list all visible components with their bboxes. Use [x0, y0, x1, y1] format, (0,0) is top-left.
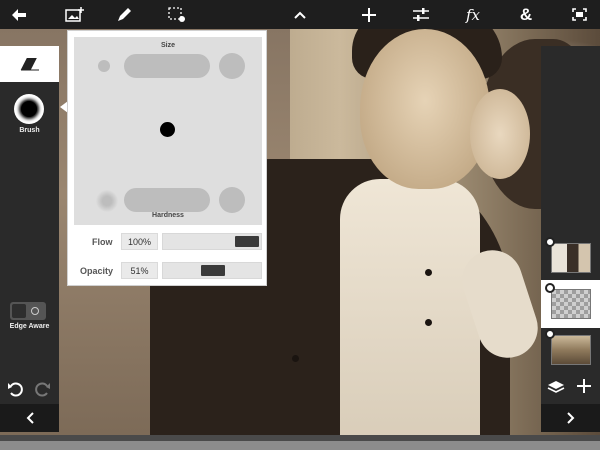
effects-fx-icon[interactable]: fx — [456, 0, 490, 29]
add-layer-icon[interactable] — [575, 378, 593, 396]
back-arrow-icon[interactable] — [2, 0, 36, 29]
brush-dot-icon — [21, 101, 37, 117]
hardness-hard-dot — [219, 187, 245, 213]
photo-man-face — [360, 29, 490, 189]
layer-pin-icon — [545, 329, 555, 339]
brush-center-dot[interactable] — [160, 122, 175, 137]
brush-pen-icon[interactable] — [107, 0, 141, 29]
suit-button — [292, 355, 299, 362]
hardness-pill — [124, 188, 210, 212]
flow-slider-thumb[interactable] — [235, 236, 259, 247]
layer-item[interactable] — [541, 234, 600, 282]
size-pill — [124, 54, 210, 78]
shirt-stud — [425, 269, 432, 276]
add-plus-icon[interactable] — [352, 0, 386, 29]
layer-thumbnail — [550, 335, 591, 365]
undo-icon[interactable] — [7, 380, 25, 398]
photo-woman-face — [470, 89, 530, 179]
brush-settings-popup: Size Hardness Flow 100% Opacity 51% — [67, 30, 267, 286]
collapse-chevron-up-icon[interactable] — [283, 0, 317, 29]
opacity-slider[interactable] — [162, 262, 262, 279]
layers-panel — [541, 46, 600, 432]
right-nav-chevron-icon[interactable] — [541, 404, 600, 432]
layer-thumbnail — [550, 289, 591, 319]
shirt-stud — [425, 319, 432, 326]
opacity-label: Opacity — [80, 266, 114, 276]
brush-preview-grid[interactable]: Size Hardness — [74, 37, 262, 225]
flow-label: Flow — [92, 237, 113, 247]
layers-stack-icon[interactable] — [547, 380, 565, 398]
redo-icon[interactable] — [33, 380, 51, 398]
size-large-dot — [219, 53, 245, 79]
add-image-icon[interactable] — [58, 0, 92, 29]
layer-item-selected[interactable] — [541, 280, 600, 328]
layer-pin-icon — [545, 237, 555, 247]
fit-screen-icon[interactable] — [562, 0, 596, 29]
layer-pin-icon — [545, 283, 555, 293]
edge-aware-toggle[interactable] — [10, 302, 46, 320]
adjustments-sliders-icon[interactable] — [404, 0, 438, 29]
top-toolbar: fx & — [0, 0, 600, 29]
bottom-bar — [0, 441, 600, 450]
flow-slider[interactable] — [162, 233, 262, 250]
hardness-soft-dot — [96, 190, 118, 212]
selection-settings-icon[interactable] — [160, 0, 194, 29]
layer-thumbnail — [550, 243, 591, 273]
eraser-button[interactable] — [0, 46, 59, 82]
hardness-label: Hardness — [152, 212, 184, 219]
left-tool-panel: Brush Edge Aware — [0, 46, 59, 432]
eraser-icon — [20, 58, 39, 71]
opacity-value-field[interactable]: 51% — [121, 262, 158, 279]
brush-preview-button[interactable] — [14, 94, 44, 124]
left-nav-chevron-icon[interactable] — [0, 404, 59, 432]
blend-ampersand-icon[interactable]: & — [509, 0, 543, 29]
toggle-knob — [12, 304, 26, 318]
flow-value-field[interactable]: 100% — [121, 233, 158, 250]
edge-aware-label: Edge Aware — [9, 323, 50, 330]
photo-shirt — [340, 179, 480, 441]
size-small-dot — [98, 60, 110, 72]
opacity-slider-thumb[interactable] — [201, 265, 225, 276]
layer-item[interactable] — [541, 326, 600, 374]
size-label: Size — [160, 42, 175, 49]
toggle-ring-icon — [31, 307, 39, 315]
brush-label: Brush — [19, 127, 40, 134]
